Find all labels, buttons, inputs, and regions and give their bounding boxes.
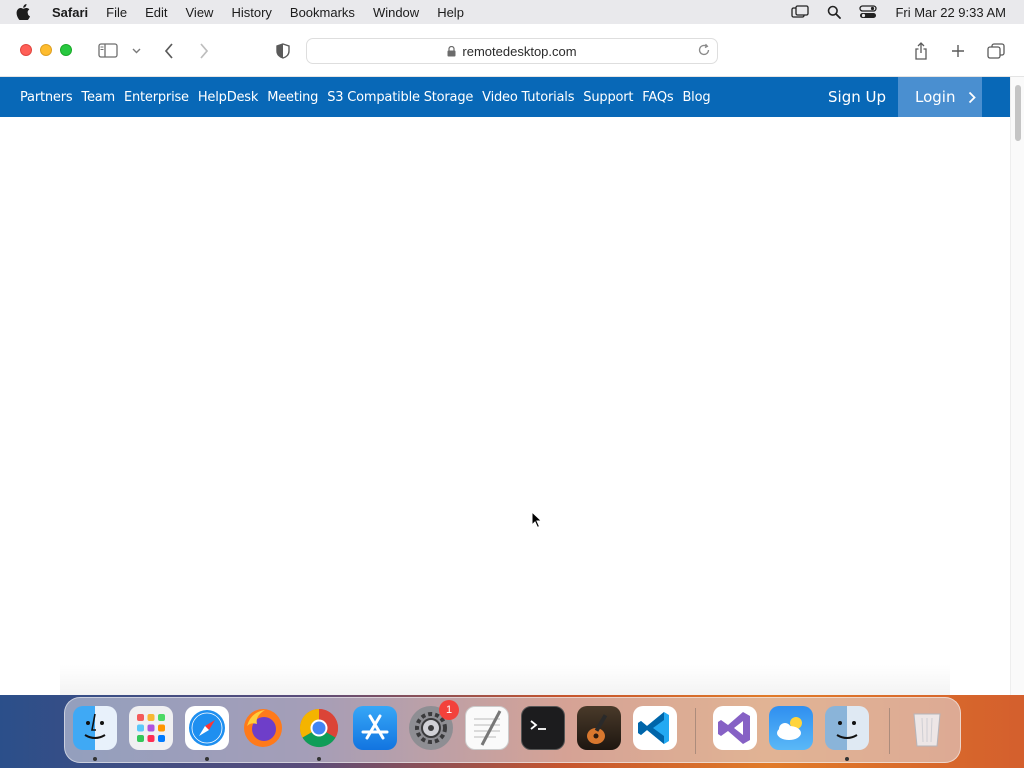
nav-link-s3-storage[interactable]: S3 Compatible Storage <box>327 90 473 105</box>
new-tab-icon[interactable] <box>948 24 968 77</box>
back-button[interactable] <box>160 24 178 77</box>
signup-link[interactable]: Sign Up <box>828 77 886 117</box>
nav-link-meeting[interactable]: Meeting <box>267 90 318 105</box>
close-window-button[interactable] <box>20 44 32 56</box>
content-shadow <box>60 665 950 695</box>
weather-icon[interactable] <box>769 706 813 750</box>
control-center-icon[interactable] <box>853 0 883 24</box>
apple-menu-icon[interactable] <box>16 4 42 20</box>
nav-link-blog[interactable]: Blog <box>682 90 710 105</box>
dock: 1 <box>64 697 961 763</box>
garageband-icon[interactable] <box>577 706 621 750</box>
page-content <box>0 117 1010 695</box>
notification-badge: 1 <box>439 700 459 720</box>
dock-separator-trash <box>889 708 890 754</box>
screen-mirroring-icon[interactable] <box>785 0 815 24</box>
menu-file[interactable]: File <box>97 5 136 20</box>
nav-link-faqs[interactable]: FAQs <box>642 90 673 105</box>
chrome-icon[interactable] <box>297 706 341 750</box>
nav-link-team[interactable]: Team <box>81 90 115 105</box>
nav-link-partners[interactable]: Partners <box>20 90 73 105</box>
browser-toolbar: remotedesktop.com <box>0 24 1024 77</box>
scrollbar-thumb[interactable] <box>1015 85 1021 141</box>
firefox-icon[interactable] <box>241 706 285 750</box>
menu-bookmarks[interactable]: Bookmarks <box>281 5 364 20</box>
finder-window-icon[interactable] <box>825 706 869 750</box>
nav-link-video-tutorials[interactable]: Video Tutorials <box>482 90 574 105</box>
safari-running-dot <box>205 757 209 761</box>
vertical-scrollbar[interactable] <box>1010 77 1024 695</box>
tab-group-chevron-down-icon[interactable] <box>129 24 143 77</box>
nav-link-enterprise[interactable]: Enterprise <box>124 90 189 105</box>
login-button[interactable]: Login <box>898 77 982 117</box>
share-icon[interactable] <box>911 24 931 77</box>
url-text: remotedesktop.com <box>462 43 577 59</box>
window-controls <box>20 44 72 56</box>
finder-icon[interactable] <box>73 706 117 750</box>
menu-edit[interactable]: Edit <box>136 5 176 20</box>
login-label: Login <box>915 88 956 106</box>
lock-icon <box>447 45 456 57</box>
menu-help[interactable]: Help <box>428 5 473 20</box>
nav-links: Partners Team Enterprise HelpDesk Meetin… <box>20 90 719 105</box>
sidebar-toggle-icon[interactable] <box>96 24 120 77</box>
mouse-pointer-icon <box>531 510 543 534</box>
launchpad-icon[interactable] <box>129 706 173 750</box>
safari-icon[interactable] <box>185 706 229 750</box>
visual-studio-icon[interactable] <box>713 706 757 750</box>
menu-bar: Safari File Edit View History Bookmarks … <box>0 0 1024 24</box>
zoom-window-button[interactable] <box>60 44 72 56</box>
minimize-window-button[interactable] <box>40 44 52 56</box>
trash-icon[interactable] <box>905 706 949 750</box>
menu-window[interactable]: Window <box>364 5 428 20</box>
privacy-shield-icon[interactable] <box>273 24 293 77</box>
textedit-icon[interactable] <box>465 706 509 750</box>
vscode-icon[interactable] <box>633 706 677 750</box>
spotlight-search-icon[interactable] <box>819 0 849 24</box>
app-store-icon[interactable] <box>353 706 397 750</box>
menu-clock[interactable]: Fri Mar 22 9:33 AM <box>895 5 1006 20</box>
address-bar[interactable]: remotedesktop.com <box>306 38 718 64</box>
nav-link-support[interactable]: Support <box>583 90 633 105</box>
chrome-running-dot <box>317 757 321 761</box>
system-preferences-icon[interactable]: 1 <box>409 700 459 750</box>
forward-button[interactable] <box>195 24 213 77</box>
menu-app-name[interactable]: Safari <box>42 5 97 20</box>
finder-window-running-dot <box>845 757 849 761</box>
nav-link-helpdesk[interactable]: HelpDesk <box>198 90 259 105</box>
reload-icon[interactable] <box>697 43 711 60</box>
chevron-right-icon <box>968 90 976 108</box>
dock-separator <box>695 708 696 754</box>
menu-view[interactable]: View <box>177 5 223 20</box>
finder-running-dot <box>93 757 97 761</box>
menu-history[interactable]: History <box>222 5 280 20</box>
terminal-icon[interactable] <box>521 706 565 750</box>
site-navigation: Partners Team Enterprise HelpDesk Meetin… <box>0 77 1024 117</box>
tab-overview-icon[interactable] <box>985 24 1007 77</box>
